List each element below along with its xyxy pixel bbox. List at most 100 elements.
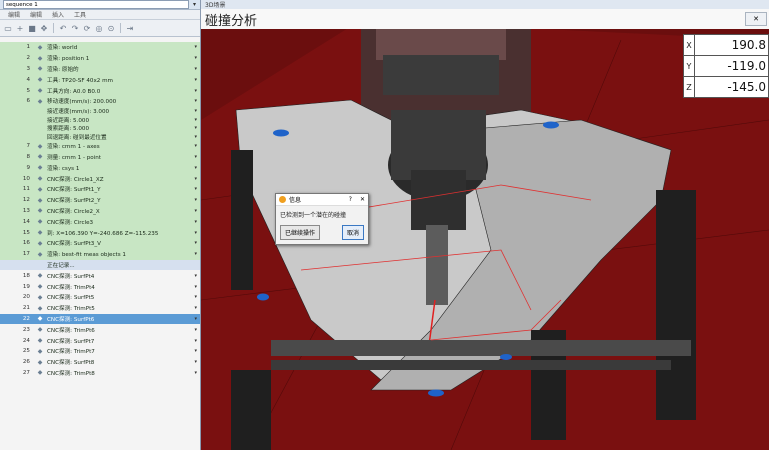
new-icon[interactable]: ▭ xyxy=(3,23,13,33)
sequence-row[interactable]: 22 ◆ CNC探测: SurfPt6 ▾ xyxy=(0,313,200,325)
dialog-close-icon[interactable]: ✕ xyxy=(360,196,365,203)
refresh-icon[interactable]: ⟳ xyxy=(82,23,92,33)
step-type-icon: ◆ xyxy=(37,369,43,377)
sequence-select[interactable] xyxy=(3,0,189,9)
row-dropdown-icon[interactable]: ▾ xyxy=(194,117,197,123)
row-dropdown-icon[interactable]: ▾ xyxy=(194,125,197,131)
sequence-row[interactable]: 11 ◆ CNC探测: SurfPt1_Y ▾ xyxy=(0,183,200,195)
row-label: 到: X=106.390 Y=-240.686 Z=-115.235 xyxy=(47,230,159,237)
row-number: 8 xyxy=(26,153,30,160)
sequence-row[interactable]: 24 ◆ CNC探测: SurfPt7 ▾ xyxy=(0,335,200,346)
row-dropdown-icon[interactable]: ▾ xyxy=(194,273,197,279)
sequence-row[interactable]: 18 ◆ CNC探测: SurfPt4 ▾ xyxy=(0,270,200,281)
sequence-row[interactable]: 接近距离: 5.000 ▾ xyxy=(0,115,200,124)
row-dropdown-icon[interactable]: ▾ xyxy=(194,88,197,94)
menu-tools[interactable]: 工具 xyxy=(74,10,86,19)
add-icon[interactable]: + xyxy=(15,23,25,33)
sequence-row[interactable]: 搜索距离: 5.000 ▾ xyxy=(0,123,200,133)
row-dropdown-icon[interactable]: ▾ xyxy=(194,197,197,203)
row-dropdown-icon[interactable]: ▾ xyxy=(194,316,197,322)
sequence-row[interactable]: 21 ◆ CNC探测: TrimPt5 ▾ xyxy=(0,303,200,314)
row-dropdown-icon[interactable]: ▾ xyxy=(194,284,197,290)
row-dropdown-icon[interactable]: ▾ xyxy=(194,186,197,192)
row-dropdown-icon[interactable]: ▾ xyxy=(194,230,197,236)
dropdown-icon[interactable]: ▾ xyxy=(193,1,196,8)
row-dropdown-icon[interactable]: ▾ xyxy=(194,219,197,225)
row-dropdown-icon[interactable]: ▾ xyxy=(194,176,197,182)
nav-icon[interactable]: ✥ xyxy=(39,23,49,33)
redo-icon[interactable]: ↷ xyxy=(70,23,80,33)
row-label: 渲染: best-fit meas objects 1 xyxy=(47,252,126,259)
help-button[interactable]: ? xyxy=(349,196,352,203)
row-dropdown-icon[interactable]: ▾ xyxy=(194,348,197,354)
sequence-row[interactable]: 26 ◆ CNC探测: SurfPt8 ▾ xyxy=(0,357,200,368)
row-dropdown-icon[interactable]: ▾ xyxy=(194,77,197,83)
row-label: 搜索距离: 5.000 xyxy=(47,126,90,133)
row-dropdown-icon[interactable]: ▾ xyxy=(194,98,197,104)
row-label: 渲染: cmm 1 - axes xyxy=(47,144,100,151)
row-number: 23 xyxy=(22,326,30,333)
sequence-row[interactable]: 2 ◆ 渲染: position 1 ▾ xyxy=(0,52,200,64)
menu-edit-2[interactable]: 编辑 xyxy=(30,10,42,19)
record-icon[interactable]: ◎ xyxy=(94,23,104,33)
row-number: 5 xyxy=(26,87,30,94)
menu-insert[interactable]: 插入 xyxy=(52,10,64,19)
coord-y-row: Y -119.0 xyxy=(684,56,768,77)
sequence-row[interactable]: 19 ◆ CNC探测: TrimPt4 ▾ xyxy=(0,281,200,292)
sequence-row[interactable]: 5 ◆ 工具方向: A0.0 B0.0 ▾ xyxy=(0,85,200,96)
row-dropdown-icon[interactable]: ▾ xyxy=(194,165,197,171)
sequence-row[interactable]: 8 ◆ 测量: cmm 1 - point ▾ xyxy=(0,151,200,163)
sequence-row[interactable]: 1 ◆ 渲染: world ▾ xyxy=(0,42,200,53)
sequence-row[interactable]: 14 ◆ CNC探测: Circle3 ▾ xyxy=(0,216,200,228)
row-dropdown-icon[interactable]: ▾ xyxy=(194,294,197,300)
sequence-row[interactable]: 回退距离: 碰到最近位置 ▾ xyxy=(0,132,200,141)
sequence-row[interactable]: 13 ◆ CNC探测: Circle2_X ▾ xyxy=(0,205,200,217)
sequence-row[interactable]: 27 ◆ CNC探测: TrimPt8 ▾ xyxy=(0,368,200,379)
undo-icon[interactable]: ↶ xyxy=(58,23,68,33)
row-dropdown-icon[interactable]: ▾ xyxy=(194,359,197,365)
sequence-row[interactable]: 7 ◆ 渲染: cmm 1 - axes ▾ xyxy=(0,140,200,152)
sequence-row[interactable]: 16 ◆ CNC探测: SurfPt3_V ▾ xyxy=(0,237,200,249)
menu-edit-1[interactable]: 编辑 xyxy=(8,10,20,19)
row-dropdown-icon[interactable]: ▾ xyxy=(194,305,197,311)
row-dropdown-icon[interactable]: ▾ xyxy=(194,240,197,246)
coord-z-row: Z -145.0 xyxy=(684,77,768,97)
row-dropdown-icon[interactable]: ▾ xyxy=(194,44,197,50)
sequence-row[interactable]: 23 ◆ CNC探测: TrimPt6 ▾ xyxy=(0,324,200,335)
row-dropdown-icon[interactable]: ▾ xyxy=(194,66,197,72)
target-icon[interactable]: ⊙ xyxy=(106,23,116,33)
step-icon[interactable]: ⇥ xyxy=(125,23,135,33)
continue-button[interactable]: 已继续操作 xyxy=(280,225,321,240)
sequence-row[interactable]: 20 ◆ CNC探测: SurfPt5 ▾ xyxy=(0,292,200,303)
sequence-row[interactable]: 正在记录... xyxy=(0,259,200,271)
row-number: 10 xyxy=(22,175,30,182)
sequence-row[interactable]: 15 ◆ 到: X=106.390 Y=-240.686 Z=-115.235 ▾ xyxy=(0,227,200,238)
step-type-icon: ◆ xyxy=(37,293,43,301)
row-dropdown-icon[interactable]: ▾ xyxy=(194,338,197,344)
sequence-row[interactable]: 6 ◆ 移动速度(mm/s): 200.000 ▾ xyxy=(0,95,200,107)
sequence-row[interactable]: 25 ◆ CNC探测: TrimPt7 ▾ xyxy=(0,346,200,357)
row-dropdown-icon[interactable]: ▾ xyxy=(194,208,197,214)
sequence-row[interactable]: 3 ◆ 渲染: 原始的 ▾ xyxy=(0,63,200,75)
stop-icon[interactable]: ■ xyxy=(27,23,37,33)
sequence-row[interactable]: 接近速度(mm/s): 3.000 ▾ xyxy=(0,106,200,116)
sequence-row[interactable]: 10 ◆ CNC探测: Circle1_XZ ▾ xyxy=(0,173,200,184)
dialog-message: 已检测到一个潜在的碰撞 xyxy=(280,212,347,219)
sequence-row[interactable]: 17 ◆ 渲染: best-fit meas objects 1 ▾ xyxy=(0,248,200,260)
sequence-row[interactable]: 9 ◆ 渲染: csys 1 ▾ xyxy=(0,162,200,174)
close-button[interactable]: ✕ xyxy=(745,12,767,26)
row-dropdown-icon[interactable]: ▾ xyxy=(194,134,197,140)
row-dropdown-icon[interactable]: ▾ xyxy=(194,143,197,149)
sequence-row[interactable]: 12 ◆ CNC探测: SurfPt2_Y ▾ xyxy=(0,194,200,206)
row-dropdown-icon[interactable]: ▾ xyxy=(194,55,197,61)
row-dropdown-icon[interactable]: ▾ xyxy=(194,154,197,160)
row-number: 1 xyxy=(26,44,30,51)
row-label: CNC探测: SurfPt6 xyxy=(47,316,95,323)
row-dropdown-icon[interactable]: ▾ xyxy=(194,251,197,257)
cancel-button[interactable]: 取消 xyxy=(341,225,364,240)
row-dropdown-icon[interactable]: ▾ xyxy=(194,370,197,376)
row-dropdown-icon[interactable]: ▾ xyxy=(194,327,197,333)
toolbar-divider xyxy=(120,23,121,33)
row-dropdown-icon[interactable]: ▾ xyxy=(194,108,197,114)
sequence-row[interactable]: 4 ◆ 工具: TP20-SF 40x2 mm ▾ xyxy=(0,74,200,86)
